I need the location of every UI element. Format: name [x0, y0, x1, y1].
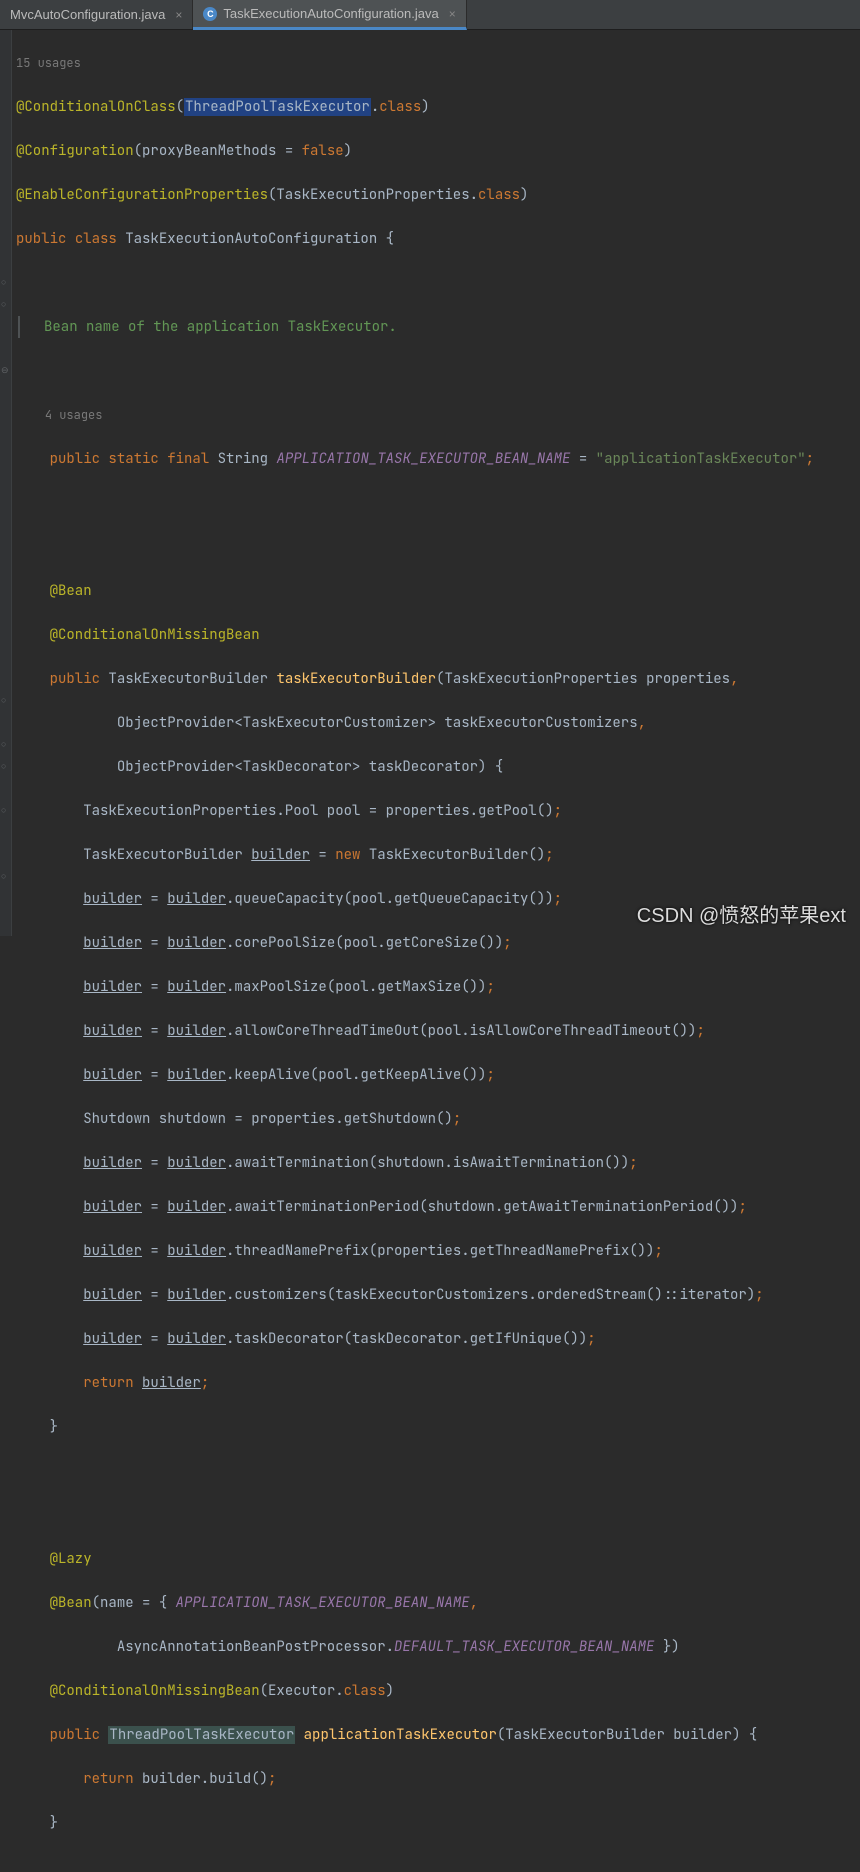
- java-class-icon: C: [203, 7, 217, 21]
- code-area[interactable]: 15 usages @ConditionalOnClass(ThreadPool…: [12, 30, 860, 936]
- gutter-collapse-icon[interactable]: ⊖: [1, 364, 11, 374]
- tab-task-execution[interactable]: C TaskExecutionAutoConfiguration.java ×: [193, 0, 466, 30]
- gutter-override-icon[interactable]: ○: [1, 738, 11, 748]
- usages-hint[interactable]: 15 usages: [16, 52, 856, 74]
- javadoc-line: Bean name of the application TaskExecuto…: [18, 316, 856, 338]
- usages-hint[interactable]: 4 usages: [45, 407, 103, 423]
- tab-label: TaskExecutionAutoConfiguration.java: [223, 6, 438, 21]
- gutter-override-icon[interactable]: ○: [1, 760, 11, 770]
- watermark-text: CSDN @愤怒的苹果ext: [637, 899, 846, 928]
- tab-label: MvcAutoConfiguration.java: [10, 7, 165, 22]
- tab-mvc-autoconfig[interactable]: MvcAutoConfiguration.java ×: [0, 0, 193, 29]
- gutter-override-icon[interactable]: ○: [1, 298, 11, 308]
- editor-gutter: ○ ○ ⊖ ○ ○ ○ ○ ○: [0, 30, 12, 936]
- close-icon[interactable]: ×: [449, 7, 456, 21]
- gutter-override-icon[interactable]: ○: [1, 694, 11, 704]
- gutter-override-icon[interactable]: ○: [1, 870, 11, 880]
- gutter-override-icon[interactable]: ○: [1, 276, 11, 286]
- code-editor[interactable]: ○ ○ ⊖ ○ ○ ○ ○ ○ 15 usages @ConditionalOn…: [0, 30, 860, 936]
- close-icon[interactable]: ×: [175, 8, 182, 22]
- gutter-override-icon[interactable]: ○: [1, 804, 11, 814]
- editor-tabbar: MvcAutoConfiguration.java × C TaskExecut…: [0, 0, 860, 30]
